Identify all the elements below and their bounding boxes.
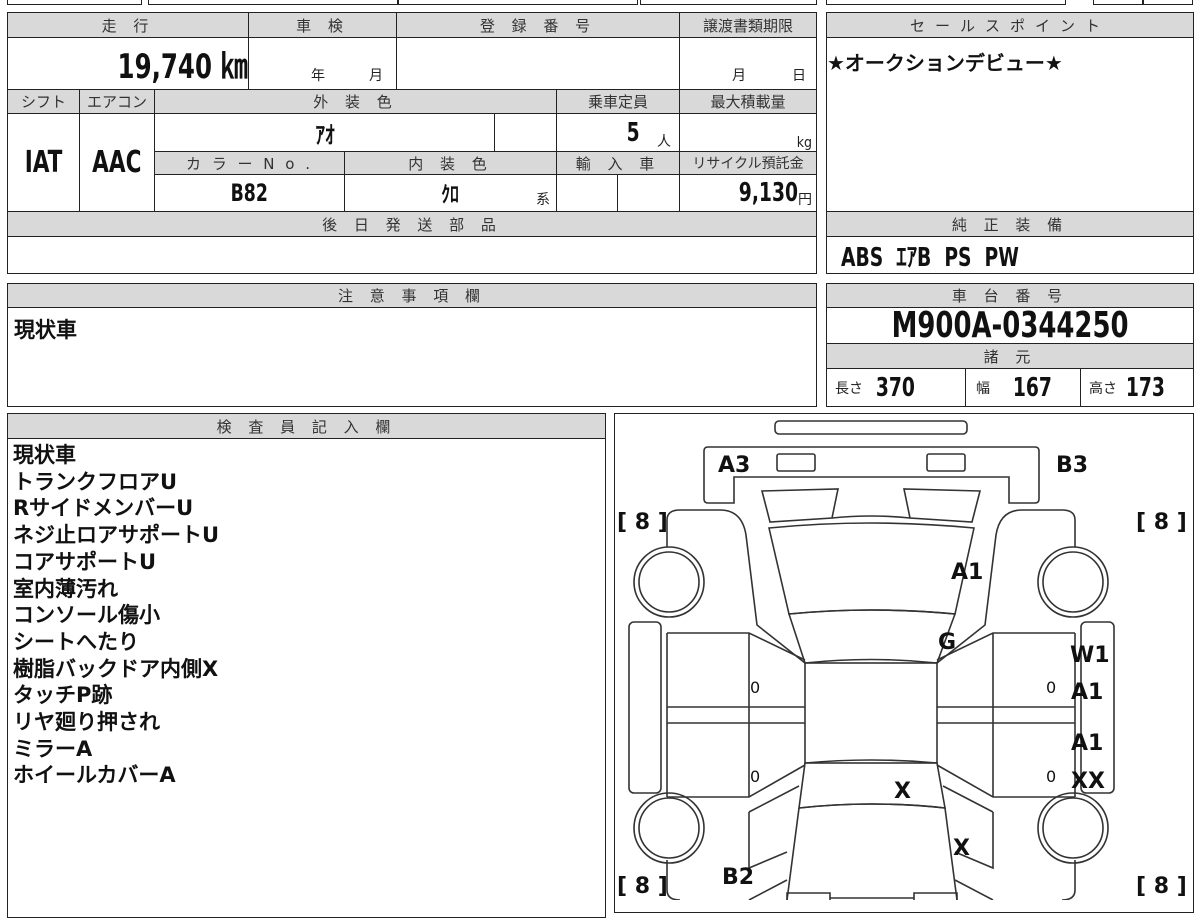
damage-windshield: X xyxy=(894,779,911,804)
tire-tread-rear-right: [ 8 ] xyxy=(1136,510,1187,535)
rear-fender-right xyxy=(936,509,1076,664)
trunk-line xyxy=(831,515,911,519)
rear-bumper xyxy=(774,420,968,435)
door-mark: 0 xyxy=(750,767,761,786)
rear-glass-panel xyxy=(787,609,957,664)
cabin-center xyxy=(804,662,938,764)
damage-rear-left: A3 xyxy=(718,453,751,478)
damage-rear-right: B3 xyxy=(1056,453,1089,478)
front-bumper xyxy=(786,892,958,900)
tire-tread-rear-left: [ 8 ] xyxy=(617,510,668,535)
car-outline-diagram xyxy=(628,420,1115,900)
roof-panel xyxy=(768,522,975,615)
side-step-left xyxy=(628,621,662,794)
damage-front-left: B2 xyxy=(722,865,755,890)
tail-lamp-left xyxy=(776,453,816,472)
damage-right-front-door-2: XX xyxy=(1071,769,1105,794)
damage-rear-glass: G xyxy=(938,630,957,655)
tail-lamp-right xyxy=(926,453,966,472)
windshield-panel xyxy=(798,759,946,809)
wheel-rear-right xyxy=(1037,546,1109,618)
rear-window-right xyxy=(903,488,982,523)
doors-left xyxy=(666,632,806,798)
damage-roof: A1 xyxy=(951,560,984,585)
wheel-front-left xyxy=(633,792,705,864)
damage-right-rear-door-2: A1 xyxy=(1071,680,1104,705)
tire-tread-front-right: [ 8 ] xyxy=(1136,874,1187,899)
hood-panel xyxy=(786,803,958,900)
rear-tray xyxy=(703,446,1040,504)
damage-right-rear-door-1: W1 xyxy=(1070,643,1110,668)
damage-hood: X xyxy=(953,836,970,861)
door-mark: 0 xyxy=(1046,767,1057,786)
rear-window-left xyxy=(760,488,839,523)
damage-right-front-door-1: A1 xyxy=(1071,731,1104,756)
door-mark: 0 xyxy=(750,678,761,697)
wheel-front-right xyxy=(1037,792,1109,864)
wheel-rear-left xyxy=(633,546,705,618)
rear-fender-left xyxy=(666,509,806,664)
door-mark: 0 xyxy=(1046,678,1057,697)
tire-tread-front-left: [ 8 ] xyxy=(617,874,668,899)
